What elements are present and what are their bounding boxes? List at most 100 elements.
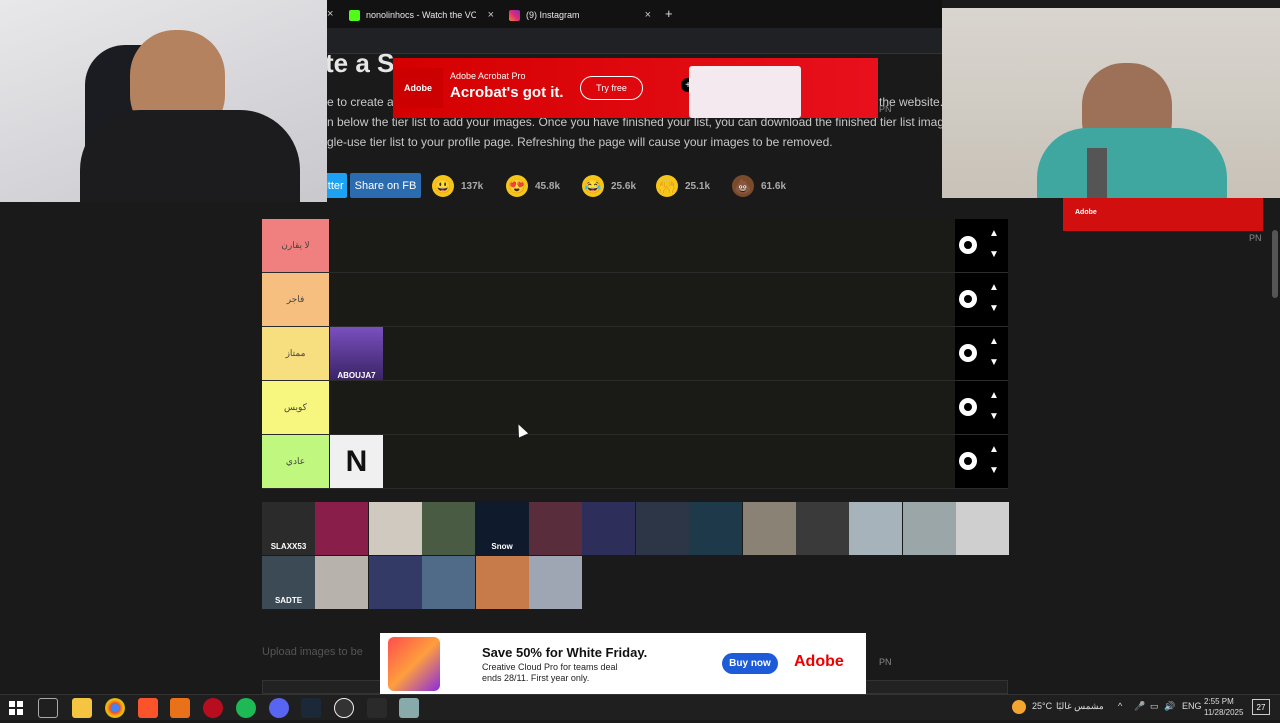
chrome-icon[interactable] [105,698,125,718]
gear-icon[interactable] [959,398,977,416]
scrollbar-thumb[interactable] [1272,230,1278,298]
tier-row[interactable]: ممتاز ABOUJA7 ▲ ▼ [262,327,1008,381]
chevron-up-icon[interactable]: ^ [1118,701,1122,711]
share-facebook-button[interactable]: Share on FB [350,173,421,198]
webcam-right [942,8,1280,198]
move-down-icon[interactable]: ▼ [989,357,999,368]
move-up-icon[interactable]: ▲ [989,390,999,401]
task-view-icon[interactable] [38,698,58,718]
app-icon[interactable] [170,698,190,718]
gear-icon[interactable] [959,290,977,308]
ad-cta-button[interactable]: Buy now [722,653,778,674]
tab-instagram[interactable]: (9) Instagram × [509,4,651,26]
tier-row[interactable]: فاجر ▲ ▼ [262,273,1008,327]
pool-image[interactable] [368,502,422,555]
pool-image[interactable] [529,502,582,555]
microphone-icon[interactable]: 🎤 [1134,701,1145,712]
adobe-acrobat-ad[interactable]: Adobe Adobe Acrobat Pro Acrobat's got it… [393,58,892,118]
pool-image[interactable] [315,556,369,609]
ad-pn-label: PN [879,104,892,114]
windows-start-icon[interactable] [6,698,26,718]
reaction-count: 137k [461,180,484,192]
adobe-cc-ad[interactable]: Save 50% for White Friday. Creative Clou… [380,633,866,694]
app-icon[interactable] [203,698,223,718]
tier-label[interactable]: ممتاز [262,327,329,380]
brave-icon[interactable] [138,698,158,718]
tier-controls: ▲ ▼ [955,381,1008,434]
pool-image[interactable]: SADTE [262,556,315,609]
pool-image[interactable] [582,502,636,555]
app-icon[interactable] [399,698,419,718]
network-icon[interactable]: ▭ [1150,701,1159,712]
obs-icon[interactable] [334,698,354,718]
pool-image[interactable] [475,556,529,609]
ad-pn-label: PN [1249,233,1262,243]
reaction-laugh[interactable]: 😂 25.6k [582,173,636,199]
reaction-love[interactable]: 😍 45.8k [506,173,560,199]
pool-image[interactable] [849,502,903,555]
spotify-icon[interactable] [236,698,256,718]
move-down-icon[interactable]: ▼ [989,303,999,314]
tab-kick[interactable]: nonolinhocs - Watch the VOD & × [349,4,494,26]
clock-time[interactable]: 2:55 PM [1204,697,1234,706]
pool-image[interactable] [422,502,476,555]
reaction-smile[interactable]: 😃 137k [432,173,483,199]
gear-icon[interactable] [959,236,977,254]
pool-image[interactable] [956,502,1010,555]
steam-icon[interactable] [301,698,321,718]
tab-close-icon[interactable]: × [488,9,494,21]
tab-close-icon[interactable]: × [645,9,651,21]
pool-image[interactable] [368,556,422,609]
weather-desc: مشمس غالبًا [1056,701,1104,711]
move-down-icon[interactable]: ▼ [989,411,999,422]
pool-image[interactable] [529,556,582,609]
tier-label[interactable]: كويس [262,381,329,434]
pool-image[interactable] [689,502,743,555]
pool-image[interactable]: SLAXX53 [262,502,315,555]
file-explorer-icon[interactable] [72,698,92,718]
clock-date[interactable]: 11/28/2025 [1204,708,1243,717]
move-down-icon[interactable]: ▼ [989,465,999,476]
tier-item-image[interactable]: N [330,435,383,488]
tab-close-icon[interactable]: × [327,8,333,20]
tier-label[interactable]: عادي [262,435,329,488]
ad-headline: Save 50% for White Friday. [482,645,648,660]
pool-image[interactable] [422,556,476,609]
gear-icon[interactable] [959,452,977,470]
pool-image[interactable] [902,502,956,555]
move-up-icon[interactable]: ▲ [989,228,999,239]
app-icon[interactable] [367,698,387,718]
move-down-icon[interactable]: ▼ [989,249,999,260]
new-tab-button[interactable]: + [665,6,673,21]
discord-icon[interactable] [269,698,289,718]
webcam-left [0,0,327,202]
address-bar[interactable] [327,28,942,54]
side-ad[interactable]: Adobe [1063,198,1263,231]
pool-image[interactable] [796,502,849,555]
move-up-icon[interactable]: ▲ [989,444,999,455]
tier-item-image[interactable]: ABOUJA7 [330,327,383,380]
pool-image[interactable] [742,502,796,555]
notification-icon[interactable]: 27 [1252,699,1270,715]
scrollbar[interactable] [1270,200,1280,694]
pool-image[interactable] [635,502,689,555]
gear-icon[interactable] [959,344,977,362]
ad-cta-button[interactable]: Try free [580,76,643,100]
volume-icon[interactable]: 🔊 [1164,701,1175,712]
tier-row[interactable]: كويس ▲ ▼ [262,381,1008,435]
move-up-icon[interactable]: ▲ [989,282,999,293]
reaction-poop[interactable]: 💩 61.6k [732,173,786,199]
tier-label[interactable]: لا يقارن [262,219,329,272]
language-indicator[interactable]: ENG [1182,701,1202,711]
pool-image[interactable]: Snow [475,502,529,555]
reaction-hands[interactable]: 🙌 25.1k [656,173,710,199]
page-title: te a S [325,48,395,78]
tier-row[interactable]: عادي N ▲ ▼ [262,435,1008,489]
move-up-icon[interactable]: ▲ [989,336,999,347]
weather-icon[interactable] [1012,700,1026,714]
tier-label[interactable]: فاجر [262,273,329,326]
tier-row[interactable]: لا يقارن ▲ ▼ [262,219,1008,273]
hoodie [1037,128,1227,198]
weather-temp: 25°C [1032,701,1053,711]
pool-image[interactable] [315,502,369,555]
